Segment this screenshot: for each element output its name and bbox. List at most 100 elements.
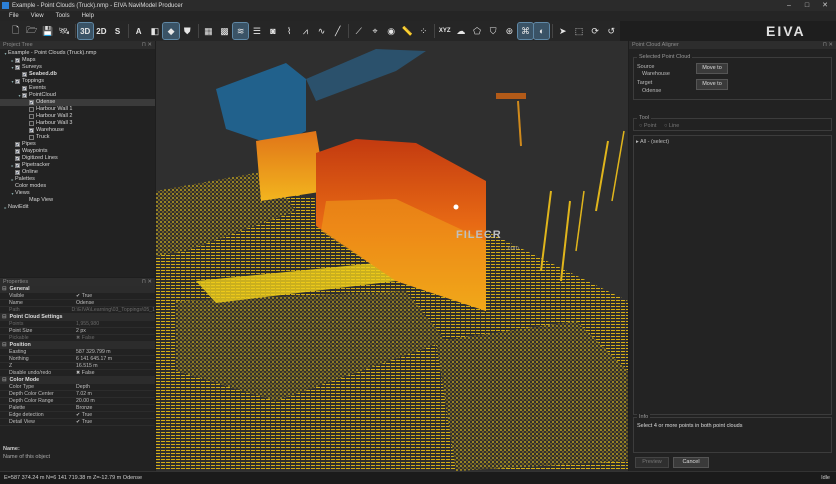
bathymetry-icon[interactable]: ≋ (232, 22, 250, 40)
property-value[interactable]: 6 141 645.17 m (74, 356, 155, 363)
visibility-checkbox[interactable]: ✔ (22, 93, 27, 98)
spectrum-icon[interactable]: ⩘ (298, 23, 313, 39)
tree-item[interactable]: ✔ Digitized Lines (0, 155, 155, 162)
property-value[interactable]: ✖ False (74, 335, 155, 342)
line-tool-icon[interactable]: ╱ (330, 23, 345, 39)
visibility-checkbox[interactable]: ✔ (15, 170, 20, 175)
tree-item[interactable]: Harbour Wall 3 (0, 120, 155, 127)
tree-item[interactable]: ✔ Odense (0, 99, 155, 106)
property-row[interactable]: Points 1,955,980 (0, 321, 155, 328)
property-value[interactable]: ✔ True (74, 293, 155, 300)
tool-line-radio[interactable]: ○ Line (664, 123, 679, 129)
target-move-to-button[interactable]: Move to (696, 79, 728, 90)
property-value[interactable]: 7.02 m (74, 391, 155, 398)
visibility-checkbox[interactable]: ✔ (15, 58, 20, 63)
preview-button[interactable]: Preview (635, 457, 669, 468)
tree-item[interactable]: ✔ Warehouse (0, 127, 155, 134)
view-2d-button[interactable]: 2D (94, 23, 109, 39)
visibility-checkbox[interactable]: ✔ (15, 149, 20, 154)
surface-icon[interactable]: ◆ (162, 22, 180, 40)
view-3d-button[interactable]: 3D (76, 22, 94, 40)
point-list[interactable]: ▸ All - (select) (633, 135, 832, 415)
tree-item[interactable]: Harbour Wall 1 (0, 106, 155, 113)
mask-icon[interactable]: ◐ (533, 22, 551, 40)
visibility-checkbox[interactable]: ✔ (15, 65, 20, 70)
tree-item[interactable]: ▾ Views (0, 190, 155, 197)
property-value[interactable]: 20.00 m (74, 398, 155, 405)
property-category[interactable]: ⊟ Position (0, 342, 155, 349)
tree-item[interactable]: ▾ ✔ PointCloud (0, 92, 155, 99)
tree-item[interactable]: ▾ Example - Point Clouds (Truck).nmp (0, 50, 155, 57)
property-row[interactable]: Visible ✔ True (0, 293, 155, 300)
filter-icon[interactable]: ⛉ (486, 23, 501, 39)
property-row[interactable]: Palette Bronze (0, 405, 155, 412)
tree-item[interactable]: ✔ Pipes (0, 141, 155, 148)
property-row[interactable]: Easting 587 329.799 m (0, 349, 155, 356)
property-row[interactable]: Northing 6 141 645.17 m (0, 356, 155, 363)
pin-close-icon[interactable]: ⊓ ✕ (142, 42, 152, 48)
profile-icon[interactable]: ⌇ (282, 23, 297, 39)
satellite-icon[interactable]: 🛰 (57, 23, 72, 39)
source-move-to-button[interactable]: Move to (696, 63, 728, 74)
close-button[interactable]: ✕ (816, 0, 834, 11)
pin-close-icon[interactable]: ⊓ ✕ (142, 279, 152, 285)
select-icon[interactable]: ⬚ (571, 23, 586, 39)
visibility-checkbox[interactable]: ✔ (22, 72, 27, 77)
collapse-icon[interactable]: ⊟ (2, 377, 7, 383)
menu-help[interactable]: Help (82, 13, 94, 19)
minimize-button[interactable]: – (780, 0, 798, 11)
tree-item[interactable]: ▸ ✔ Maps (0, 57, 155, 64)
open-folder-icon[interactable]: 🗁 (24, 23, 39, 39)
property-row[interactable]: Path D:\EIVA\Learning\03_Toppings\05_1 (0, 307, 155, 314)
tree-item[interactable]: Harbour Wall 2 (0, 113, 155, 120)
wave-icon[interactable]: ∿ (314, 23, 329, 39)
menu-tools[interactable]: Tools (56, 13, 70, 19)
ruler-icon[interactable]: 📏 (400, 23, 415, 39)
tree-item[interactable]: ✔ Waypoints (0, 148, 155, 155)
shape-icon[interactable]: ⬠ (469, 23, 484, 39)
visibility-checkbox[interactable] (29, 107, 34, 112)
visibility-checkbox[interactable]: ✔ (15, 79, 20, 84)
property-row[interactable]: Color Type Depth (0, 384, 155, 391)
property-value[interactable]: Depth (74, 384, 155, 391)
property-row[interactable]: Edge detection ✔ True (0, 412, 155, 419)
layers-icon[interactable]: ☰ (249, 23, 264, 39)
new-file-icon[interactable]: 🗋 (8, 23, 23, 39)
tree-item[interactable]: ▾ ✔ Toppings (0, 78, 155, 85)
property-value[interactable]: D:\EIVA\Learning\03_Toppings\05_1 (69, 307, 155, 314)
maximize-button[interactable]: □ (798, 0, 816, 11)
property-row[interactable]: Depth Color Range 20.00 m (0, 398, 155, 405)
cancel-button[interactable]: Cancel (673, 457, 709, 468)
property-value[interactable]: 2 px (74, 328, 155, 335)
xyz-icon[interactable]: XYZ (437, 23, 452, 39)
visibility-checkbox[interactable]: ✔ (22, 86, 27, 91)
property-row[interactable]: Disable undo/redo ✖ False (0, 370, 155, 377)
property-category[interactable]: ⊟ Color Mode (0, 377, 155, 384)
visibility-checkbox[interactable]: ✔ (15, 156, 20, 161)
tree-item[interactable]: Color modes (0, 183, 155, 190)
collapse-icon[interactable]: ⊟ (2, 286, 7, 292)
tool-point-radio[interactable]: ○ Point (639, 123, 656, 129)
grid-dense-icon[interactable]: ▩ (217, 23, 232, 39)
menu-file[interactable]: File (9, 13, 19, 19)
collapse-icon[interactable]: ⊟ (2, 342, 7, 348)
pick-point[interactable] (453, 204, 459, 210)
cube-icon[interactable]: ◧ (147, 23, 162, 39)
polyline-icon[interactable]: ⟋ (351, 23, 366, 39)
menu-view[interactable]: View (31, 13, 44, 19)
tree-item[interactable]: ✔ Seabed.db (0, 71, 155, 78)
property-category[interactable]: ⊟ Point Cloud Settings (0, 314, 155, 321)
cloud-icon[interactable]: ☁ (453, 23, 468, 39)
visibility-checkbox[interactable]: ✔ (15, 142, 20, 147)
pin-close-icon[interactable]: ⊓ ✕ (823, 42, 833, 48)
property-row[interactable]: Pickable ✖ False (0, 335, 155, 342)
align-icon[interactable]: ⌘ (516, 22, 535, 40)
tree-item[interactable]: Map View (0, 197, 155, 204)
grid-icon[interactable]: ▦ (201, 23, 216, 39)
tree-item[interactable]: ✔ Online (0, 169, 155, 176)
tree-item[interactable]: ▸ ✔ Pipetracker (0, 162, 155, 169)
visibility-checkbox[interactable]: ✔ (15, 163, 20, 168)
property-row[interactable]: Point Size 2 px (0, 328, 155, 335)
s-view-button[interactable]: S (110, 23, 125, 39)
collapse-icon[interactable]: ⊟ (2, 314, 7, 320)
